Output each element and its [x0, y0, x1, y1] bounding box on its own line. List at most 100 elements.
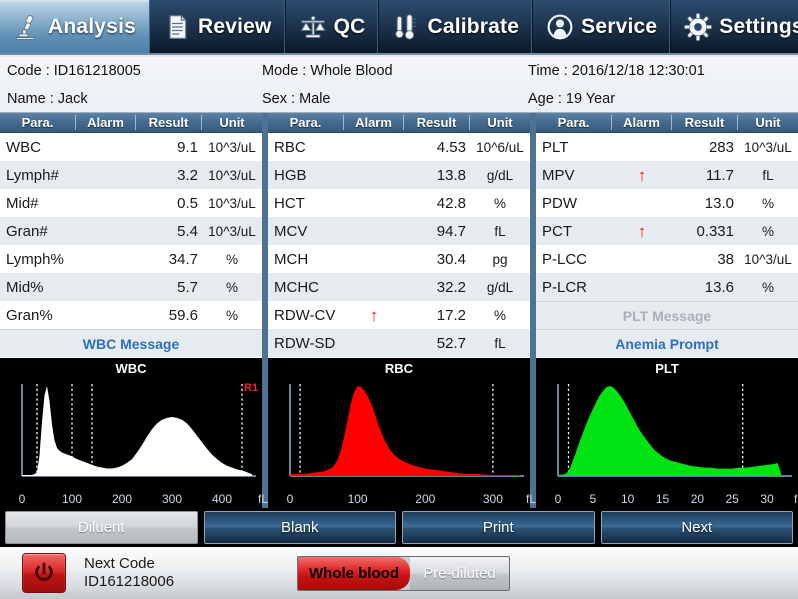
x-tick-label: 25	[725, 492, 739, 506]
table-row[interactable]: PLT 283 10^3/uL	[536, 133, 798, 161]
tab-settings[interactable]: Settings	[671, 0, 798, 53]
cell-para: MPV	[542, 166, 575, 184]
x-tick-label: 30	[760, 492, 774, 506]
x-tick-label: 200	[415, 492, 436, 506]
blood-mode-toggle[interactable]: Whole blood Pre-diluted	[297, 556, 510, 591]
x-tick-label: 100	[61, 492, 83, 506]
message-link[interactable]: Anemia Prompt	[615, 336, 718, 352]
histogram-wbc[interactable]: WBC 0 100 200 300 400 fL R1	[0, 358, 268, 508]
table-row[interactable]: Gran% 59.6%	[0, 301, 262, 329]
x-tick-label: 0	[554, 492, 562, 506]
message-row: WBC Message	[0, 329, 262, 357]
cell-para: MCHC	[274, 278, 319, 296]
sample-mode: Mode : Whole Blood	[262, 63, 393, 79]
table-row[interactable]: WBC 9.1 10^3/uL	[0, 133, 262, 161]
histogram-title: RBC	[384, 361, 414, 376]
x-tick-label: 100	[347, 492, 368, 506]
table-row[interactable]: MCH 30.4 pg	[268, 245, 530, 273]
x-axis-unit: fL	[258, 492, 269, 506]
cell-result: 94.7	[436, 222, 466, 240]
tab-label: Review	[197, 14, 272, 38]
power-button[interactable]	[22, 553, 66, 593]
patient-info-row-2: Name : Jack Sex : Male Age : 19 Year	[0, 85, 798, 113]
histogram-title: WBC	[115, 361, 147, 376]
x-tick-label: 0	[18, 492, 26, 506]
table-row[interactable]: PCT ↑ 0.331%	[536, 217, 798, 245]
cell-unit: 10^3/uL	[208, 139, 256, 155]
next-code-id: ID161218006	[84, 573, 175, 590]
cell-unit: pg	[492, 251, 508, 267]
cell-para: Gran#	[6, 222, 48, 240]
table-row[interactable]: MCV 94.7 fL	[268, 217, 530, 245]
table-row[interactable]: P-LCR 13.6%	[536, 273, 798, 301]
table-row[interactable]: HCT 42.8%	[268, 189, 530, 217]
table-row[interactable]: Mid# 0.5 10^3/uL	[0, 189, 262, 217]
x-tick-label: 300	[482, 492, 503, 506]
cell-para: HCT	[274, 194, 305, 212]
tab-analysis[interactable]: Analysis	[0, 0, 150, 53]
cell-para: PLT	[542, 138, 569, 156]
cell-para: WBC	[6, 138, 41, 156]
column-header-para: Para.	[536, 115, 612, 130]
result-panel-1: Para. Alarm Result Unit WBC 9.1 10^3/uL Lymph# 3…	[0, 113, 262, 358]
mode-prediluted-option[interactable]: Pre-diluted	[410, 557, 509, 590]
table-row[interactable]: PDW 13.0%	[536, 189, 798, 217]
table-row[interactable]: Gran# 5.4 10^3/uL	[0, 217, 262, 245]
cell-unit: g/dL	[486, 167, 514, 183]
blank-button[interactable]: Blank	[203, 510, 396, 544]
message-link[interactable]: WBC Message	[83, 336, 179, 352]
cell-result: 13.0	[704, 194, 734, 212]
cell-para: Lymph#	[6, 166, 59, 184]
cell-alarm: ↑	[637, 221, 647, 241]
table-row[interactable]: MCHC 32.2 g/dL	[268, 273, 530, 301]
table-header-row: Para. Alarm Result Unit	[536, 113, 798, 133]
cell-result: 11.7	[705, 166, 734, 184]
x-tick-label: 20	[690, 492, 705, 506]
histogram-rbc[interactable]: RBC 0 100 200 300 fL	[268, 358, 536, 508]
cell-para: PDW	[542, 194, 577, 212]
table-row[interactable]: RBC 4.53 10^6/uL	[268, 133, 530, 161]
histogram-plt[interactable]: PLT 0 5 10 15 20 25 30 fL	[536, 358, 798, 508]
print-button[interactable]: Print	[402, 510, 595, 544]
table-row[interactable]: P-LCC 38 10^3/uL	[536, 245, 798, 273]
x-tick-label: 300	[161, 492, 183, 506]
cell-unit: %	[225, 307, 238, 323]
x-axis-unit: fL	[526, 492, 537, 506]
histogram-x-axis: 0 100 200 300 400 fL	[0, 490, 268, 506]
cell-result: 32.2	[436, 278, 466, 296]
cell-unit: %	[761, 279, 774, 295]
table-row[interactable]: HGB 13.8 g/dL	[268, 161, 530, 189]
table-row[interactable]: RDW-SD 52.7 fL	[268, 329, 530, 357]
table-row[interactable]: RDW-CV ↑ 17.2%	[268, 301, 530, 329]
x-tick-label: 200	[111, 492, 133, 506]
tab-qc[interactable]: QC	[286, 0, 380, 53]
table-row[interactable]: Lymph# 3.2 10^3/uL	[0, 161, 262, 189]
cell-unit: 10^6/uL	[476, 139, 524, 155]
table-row[interactable]: Lymph% 34.7%	[0, 245, 262, 273]
tab-review[interactable]: Review	[150, 0, 286, 53]
cell-para: P-LCR	[542, 278, 588, 296]
x-tick-label: 10	[621, 492, 635, 506]
tab-label: QC	[333, 14, 366, 38]
cell-result: 5.4	[177, 222, 198, 240]
table-row[interactable]: Mid% 5.7%	[0, 273, 262, 301]
patient-age: Age : 19 Year	[528, 91, 616, 107]
tab-service[interactable]: Service	[533, 0, 672, 53]
mode-whole-blood-option[interactable]: Whole blood	[298, 557, 410, 590]
histogram-x-axis: 0 5 10 15 20 25 30 fL	[536, 490, 798, 506]
patient-sex: Sex : Male	[262, 91, 331, 107]
cell-result: 5.7	[177, 278, 198, 296]
next-button[interactable]: Next	[600, 510, 793, 544]
column-header-alarm: Alarm	[76, 115, 136, 130]
cell-unit: 10^3/uL	[744, 251, 792, 267]
tab-calibrate[interactable]: Calibrate	[379, 0, 534, 53]
column-header-result: Result	[404, 115, 470, 130]
patient-name: Name : Jack	[7, 91, 88, 107]
cell-para: Lymph%	[6, 250, 64, 268]
table-row[interactable]: MPV ↑ 11.7 fL	[536, 161, 798, 189]
column-header-para: Para.	[0, 115, 76, 130]
table-header-row: Para. Alarm Result Unit	[268, 113, 530, 133]
main-tab-bar: Analysis Review QC Calibrate Service Settings	[0, 0, 798, 55]
cell-para: Gran%	[6, 306, 53, 324]
histogram-plot	[21, 384, 256, 477]
